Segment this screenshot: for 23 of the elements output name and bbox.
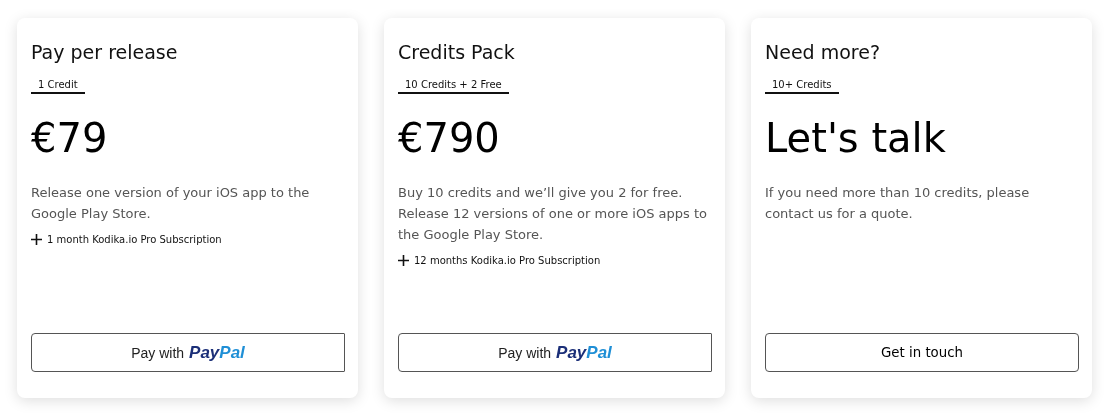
paypal-logo: PayPal (556, 342, 612, 363)
plan-description: If you need more than 10 credits, please contact us for a quote. (765, 184, 1031, 223)
plan-description: Release one version of your iOS app to the Google Play Store. (31, 184, 311, 223)
credit-tag: 10 Credits + 2 Free (398, 78, 509, 94)
button-label: Pay with (498, 344, 552, 361)
credit-tag: 1 Credit (31, 78, 85, 94)
button-label: Pay with (131, 344, 185, 361)
paypal-logo: PayPal (189, 342, 245, 363)
paypal-button[interactable]: Pay with PayPal (398, 333, 712, 372)
plan-price: €79 (31, 114, 109, 162)
feature-text: 12 months Kodika.io Pro Subscription (414, 255, 601, 266)
plus-icon (31, 234, 42, 245)
plus-icon (398, 255, 409, 266)
plan-title: Pay per release (31, 40, 179, 64)
contact-button[interactable]: Get in touch (765, 333, 1079, 372)
feature-text: 1 month Kodika.io Pro Subscription (47, 234, 222, 245)
plan-price: €790 (398, 114, 501, 162)
paypal-button[interactable]: Pay with PayPal (31, 333, 345, 372)
plan-price: Let's talk (765, 114, 947, 162)
credit-tag: 10+ Credits (765, 78, 839, 94)
plan-title: Need more? (765, 40, 881, 64)
plan-title: Credits Pack (398, 40, 516, 64)
plan-description: Buy 10 credits and we’ll give you 2 for free. Release 12 versions of one or more iOS apps to the Google Play Store. (398, 184, 708, 244)
